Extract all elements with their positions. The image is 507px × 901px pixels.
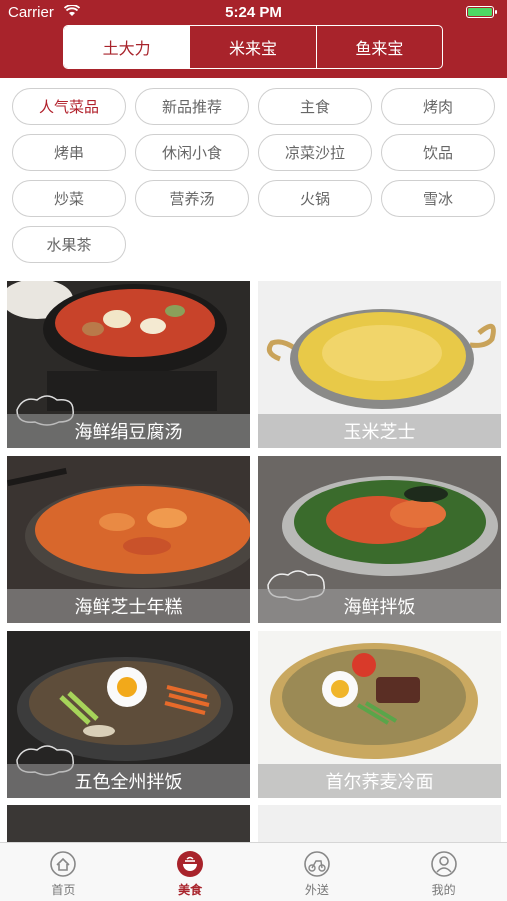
dish-card[interactable]: 海鲜绢豆腐汤 xyxy=(7,281,250,448)
category-chip[interactable]: 新品推荐 xyxy=(135,88,249,125)
battery-icon xyxy=(466,6,497,18)
tab-label: 我的 xyxy=(431,883,456,897)
category-chip[interactable]: 饮品 xyxy=(381,134,495,171)
brand-switcher: 土大力 米来宝 鱼来宝 xyxy=(63,25,443,69)
dish-name: 海鲜芝士年糕 xyxy=(7,589,250,623)
segment-yulaibao[interactable]: 鱼来宝 xyxy=(315,26,442,68)
category-chip[interactable]: 烤肉 xyxy=(381,88,495,125)
segment-tudali[interactable]: 土大力 xyxy=(64,26,190,68)
header: Carrier 5:24 PM 土大力 米来宝 鱼来宝 xyxy=(0,0,507,78)
tab-bar: 首页 美食 外送 我的 xyxy=(0,842,507,901)
status-time: 5:24 PM xyxy=(225,4,282,21)
tab-profile[interactable]: 我的 xyxy=(380,843,507,901)
status-bar: Carrier 5:24 PM xyxy=(0,0,507,24)
category-list: 人气菜品 新品推荐 主食 烤肉 烤串 休闲小食 凉菜沙拉 饮品 炒菜 营养汤 火… xyxy=(12,88,498,263)
dish-card[interactable]: 首尔荞麦冷面 xyxy=(258,631,501,798)
dish-row-partial xyxy=(7,805,501,842)
category-chip[interactable]: 烤串 xyxy=(12,134,126,171)
dish-grid: 海鲜绢豆腐汤 玉米芝士 海鲜芝士年糕 海鲜拌饭 五色全州拌饭 首尔荞麦冷面 xyxy=(7,281,501,798)
category-chip[interactable]: 水果茶 xyxy=(12,226,126,263)
dish-card-partial[interactable] xyxy=(258,805,501,842)
dish-card[interactable]: 玉米芝士 xyxy=(258,281,501,448)
category-chip[interactable]: 人气菜品 xyxy=(12,88,126,125)
category-chip[interactable]: 凉菜沙拉 xyxy=(258,134,372,171)
food-icon xyxy=(177,851,204,877)
tab-label: 首页 xyxy=(51,883,76,897)
dish-name: 海鲜绢豆腐汤 xyxy=(7,414,250,448)
dish-name: 五色全州拌饭 xyxy=(7,764,250,798)
dish-name: 玉米芝士 xyxy=(258,414,501,448)
dish-card[interactable]: 海鲜芝士年糕 xyxy=(7,456,250,623)
tab-label: 美食 xyxy=(178,883,203,897)
dish-card-partial[interactable] xyxy=(7,805,250,842)
category-chip[interactable]: 休闲小食 xyxy=(135,134,249,171)
dish-card[interactable]: 五色全州拌饭 xyxy=(7,631,250,798)
delivery-icon xyxy=(304,851,330,877)
profile-icon xyxy=(430,851,457,877)
tab-food[interactable]: 美食 xyxy=(127,843,254,901)
dish-name: 首尔荞麦冷面 xyxy=(258,764,501,798)
tab-home[interactable]: 首页 xyxy=(0,843,127,901)
category-chip[interactable]: 雪冰 xyxy=(381,180,495,217)
category-chip[interactable]: 主食 xyxy=(258,88,372,125)
category-chip[interactable]: 火锅 xyxy=(258,180,372,217)
category-chip[interactable]: 炒菜 xyxy=(12,180,126,217)
tab-label: 外送 xyxy=(304,883,329,897)
category-chip[interactable]: 营养汤 xyxy=(135,180,249,217)
dish-name: 海鲜拌饭 xyxy=(258,589,501,623)
home-icon xyxy=(50,851,77,877)
dish-card[interactable]: 海鲜拌饭 xyxy=(258,456,501,623)
segment-milaibao[interactable]: 米来宝 xyxy=(189,26,315,68)
tab-delivery[interactable]: 外送 xyxy=(254,843,381,901)
